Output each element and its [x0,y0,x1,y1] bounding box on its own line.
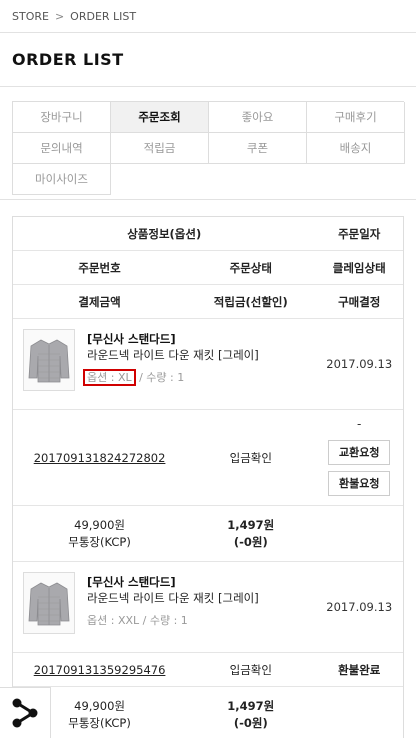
order-table: 상품정보(옵션) 주문일자 주문번호 주문상태 클레임상태 결제금액 적립금(선… [12,216,404,738]
jacket-thumbnail-icon [28,339,70,383]
claim-status: 환불완료 [338,662,381,677]
order-number-link[interactable]: 201709131359295476 [34,663,166,677]
price: 49,900원 [74,517,125,532]
table-header-row: 상품정보(옵션) 주문일자 [13,217,403,251]
breadcrumb-separator: > [54,9,65,23]
product-brand[interactable]: [무신사 스탠다드] [87,574,259,590]
price: 49,900원 [74,698,125,713]
order-date: 2017.09.13 [326,357,393,371]
exchange-request-button[interactable]: 교환요청 [328,439,391,465]
share-button[interactable] [0,687,51,738]
tab-cart[interactable]: 장바구니 [13,102,111,133]
payment-amount: 49,900원 무통장(KCP) [13,506,186,561]
mypage-tabs: 장바구니 주문조회 좋아요 구매후기 문의내역 적립금 쿠폰 배송지 마이사이즈 [0,87,416,200]
header-purchase-confirm: 구매결정 [338,294,381,309]
tab-order-lookup[interactable]: 주문조회 [111,102,209,133]
tab-my-size[interactable]: 마이사이즈 [13,164,111,195]
breadcrumb-home[interactable]: STORE [12,10,49,23]
tab-likes[interactable]: 좋아요 [209,102,307,133]
points-earned: 1,497원 (-0원) [186,506,315,561]
header-payment-amount: 결제금액 [78,294,121,309]
order-date: 2017.09.13 [326,600,393,614]
header-claim-status: 클레임상태 [332,260,386,275]
table-row: 49,900원 무통장(KCP) 1,497원 (-0원) [13,506,403,562]
product-option: 옵션 : XL / 수량 : 1 [83,369,185,386]
points-discount: (-0원) [233,715,268,730]
refund-request-button[interactable]: 환불요청 [328,470,391,496]
product-brand[interactable]: [무신사 스탠다드] [87,331,259,347]
tab-inquiries[interactable]: 문의내역 [13,133,111,164]
table-row: 49,900원 무통장(KCP) 1,497원 (-0원) [13,687,403,738]
purchase-confirm-cell [315,506,403,561]
table-header-row: 결제금액 적립금(선할인) 구매결정 [13,285,403,319]
order-number-link[interactable]: 201709131824272802 [34,451,166,465]
tab-points[interactable]: 적립금 [111,133,209,164]
option-highlight: 옵션 : XL [83,369,136,386]
product-info: [무신사 스탠다드] 라운드넥 라이트 다운 재킷 [그레이] 옵션 : XXL… [13,562,315,652]
header-points: 적립금(선할인) [213,294,288,309]
product-info: [무신사 스탠다드] 라운드넥 라이트 다운 재킷 [그레이] 옵션 : XL … [13,319,315,409]
product-thumbnail[interactable] [23,329,75,391]
product-name[interactable]: 라운드넥 라이트 다운 재킷 [그레이] [87,347,259,364]
share-icon [12,698,38,728]
page-title: ORDER LIST [0,33,416,87]
table-row: [무신사 스탠다드] 라운드넥 라이트 다운 재킷 [그레이] 옵션 : XXL… [13,562,403,653]
breadcrumb: STORE > ORDER LIST [0,0,416,33]
points-discount: (-0원) [233,534,268,549]
header-order-number: 주문번호 [78,260,121,275]
table-row: 201709131824272802 입금확인 - 교환요청 환불요청 [13,410,403,506]
breadcrumb-current: ORDER LIST [70,9,137,23]
table-row: [무신사 스탠다드] 라운드넥 라이트 다운 재킷 [그레이] 옵션 : XL … [13,319,403,410]
tab-coupons[interactable]: 쿠폰 [209,133,307,164]
table-header-row: 주문번호 주문상태 클레임상태 [13,251,403,285]
table-row: 201709131359295476 입금확인 환불완료 [13,653,403,687]
header-product-info: 상품정보(옵션) [127,226,202,241]
product-name[interactable]: 라운드넥 라이트 다운 재킷 [그레이] [87,590,259,607]
product-option: 옵션 : XXL / 수량 : 1 [87,614,188,627]
jacket-thumbnail-icon [28,582,70,626]
payment-method: 무통장(KCP) [68,534,131,549]
order-status: 입금확인 [229,662,272,677]
product-quantity: / 수량 : 1 [135,371,185,384]
tab-reviews[interactable]: 구매후기 [307,102,405,133]
header-order-date: 주문일자 [338,226,381,241]
tab-shipping-address[interactable]: 배송지 [307,133,405,164]
payment-method: 무통장(KCP) [68,715,131,730]
points-earned: 1,497원 (-0원) [186,687,315,738]
order-status: 입금확인 [229,450,272,465]
points-value: 1,497원 [227,517,275,532]
claim-actions: - 교환요청 환불요청 [315,410,403,505]
header-order-status: 주문상태 [229,260,272,275]
purchase-confirm-cell [315,687,403,738]
product-thumbnail[interactable] [23,572,75,634]
points-value: 1,497원 [227,698,275,713]
claim-status: - [357,416,362,431]
